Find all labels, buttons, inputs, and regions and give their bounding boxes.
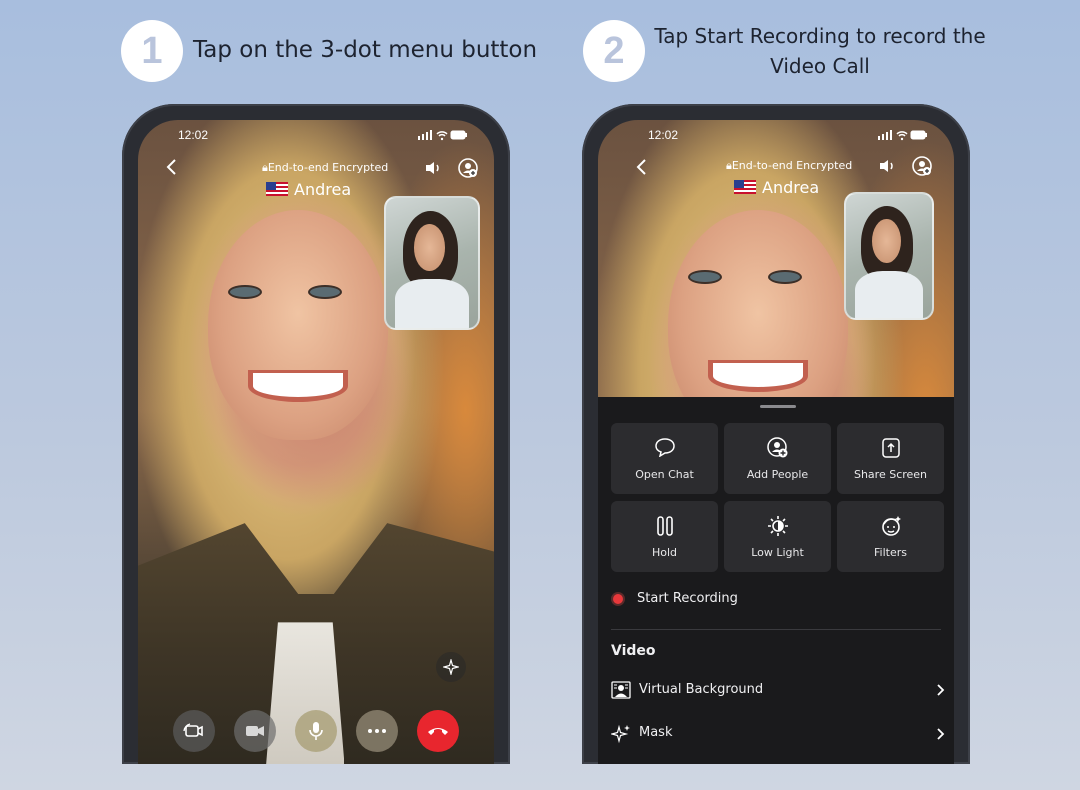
chat-bubble-icon [654, 438, 675, 457]
back-chevron-icon-2[interactable] [635, 158, 647, 176]
effects-button[interactable] [436, 652, 466, 682]
self-view-body-2 [854, 270, 924, 318]
speaker-icon-2[interactable] [878, 158, 896, 174]
status-icons [418, 130, 467, 141]
back-chevron-icon[interactable] [165, 158, 177, 176]
step-2-line-1: Tap Start Recording to record the [654, 24, 986, 48]
sparkle-icon [443, 659, 459, 675]
flip-camera-button[interactable] [173, 710, 215, 752]
self-view-face-2 [871, 218, 902, 264]
status-time-2: 12:02 [648, 128, 679, 142]
step-2-number: 2 [583, 20, 645, 82]
mask-sparkle-icon [611, 724, 630, 744]
remote-eye-left [228, 285, 262, 299]
filter-face-icon [881, 516, 901, 536]
remote-eye-right [308, 285, 342, 299]
step-1-instruction: Tap on the 3-dot menu button [193, 37, 538, 63]
hold-button[interactable]: Hold [611, 501, 718, 572]
encryption-label-2: 🔒︎End-to-end Encrypted [726, 159, 853, 172]
low-light-label: Low Light [751, 546, 804, 559]
start-recording-label: Start Recording [637, 591, 738, 606]
status-time: 12:02 [178, 128, 209, 142]
add-people-button[interactable]: Add People [724, 423, 831, 494]
video-call-screen: 12:02 🔒︎End-to-end Encrypted Andrea [138, 120, 494, 764]
self-view-video[interactable] [384, 196, 480, 330]
contact-name: Andrea [266, 180, 351, 199]
step-1-number: 1 [121, 20, 183, 82]
us-flag-icon [266, 182, 288, 196]
open-chat-label: Open Chat [635, 468, 694, 481]
us-flag-icon-2 [734, 180, 756, 194]
more-options-button[interactable] [356, 710, 398, 752]
add-participant-icon[interactable] [458, 158, 478, 178]
microphone-icon [309, 722, 323, 740]
contact-name-2: Andrea [734, 178, 819, 197]
speaker-icon[interactable] [424, 160, 442, 176]
remote-eye-left-2 [688, 270, 722, 284]
mask-row[interactable]: Mask [611, 719, 945, 749]
virtual-background-row[interactable]: Virtual Background [611, 675, 945, 705]
encryption-label: 🔒︎End-to-end Encrypted [262, 161, 389, 174]
mute-button[interactable] [295, 710, 337, 752]
hold-label: Hold [651, 546, 678, 559]
share-screen-icon [881, 438, 900, 458]
chevron-right-icon [937, 684, 945, 696]
status-icons-2 [878, 130, 927, 141]
chevron-right-icon-2 [937, 728, 945, 740]
pause-icon [656, 516, 673, 536]
phone-left: 12:02 🔒︎End-to-end Encrypted Andrea [122, 104, 510, 764]
phone-right: 12:02 🔒︎End-to-end Encrypted Andrea Open… [582, 104, 970, 764]
add-people-label: Add People [746, 468, 809, 481]
remote-video-face [208, 210, 388, 440]
video-camera-icon [246, 726, 264, 736]
self-view-face [413, 224, 445, 271]
low-light-button[interactable]: Low Light [724, 501, 831, 572]
video-call-menu-screen: 12:02 🔒︎End-to-end Encrypted Andrea Open… [598, 120, 954, 764]
virtual-background-label: Virtual Background [639, 682, 764, 697]
step-2-line-2: Video Call [770, 54, 870, 78]
section-divider [611, 629, 941, 630]
filters-button[interactable]: Filters [837, 501, 944, 572]
sheet-drag-handle[interactable] [760, 405, 796, 408]
video-section-title: Video [611, 643, 656, 659]
record-dot-icon [613, 594, 623, 604]
step-2-instruction: Tap Start Recording to record the Video … [650, 21, 990, 81]
call-options-sheet: Open Chat Add People Share Screen Hold L… [598, 397, 954, 764]
add-person-icon [766, 437, 787, 458]
remote-eye-right-2 [768, 270, 802, 284]
remote-smile-2 [708, 360, 808, 392]
start-recording-button[interactable]: Start Recording [611, 587, 945, 615]
self-view-video-2[interactable] [844, 192, 934, 320]
share-screen-label: Share Screen [853, 468, 928, 481]
self-view-body [395, 278, 469, 328]
remote-smile [248, 370, 348, 402]
share-screen-button[interactable]: Share Screen [837, 423, 944, 494]
three-dot-menu-icon [368, 729, 386, 733]
open-chat-button[interactable]: Open Chat [611, 423, 718, 494]
mask-label: Mask [639, 725, 673, 740]
flip-camera-icon [183, 723, 203, 737]
virtual-background-icon [611, 681, 631, 699]
filters-label: Filters [874, 546, 907, 559]
low-light-icon [767, 516, 788, 536]
camera-toggle-button[interactable] [234, 710, 276, 752]
end-call-button[interactable] [417, 710, 459, 752]
hang-up-icon [428, 728, 448, 735]
add-participant-icon-2[interactable] [912, 156, 932, 176]
